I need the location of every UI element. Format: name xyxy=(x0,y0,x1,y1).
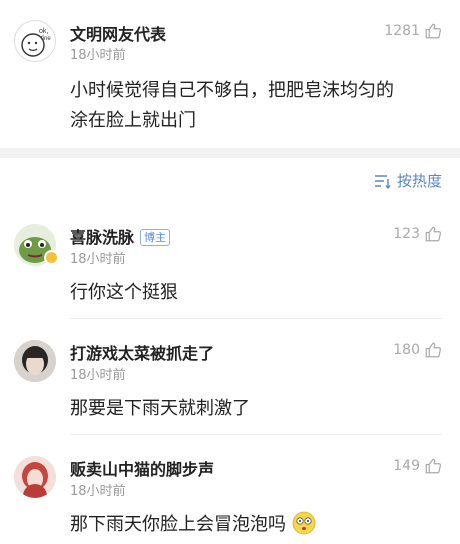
person-avatar-icon xyxy=(14,456,56,498)
reply-comment: 打游戏太菜被抓走了 18小时前 180 那要是下雨天就刺激了 xyxy=(0,328,460,438)
avatar[interactable] xyxy=(14,456,56,498)
divider xyxy=(70,318,442,319)
svg-text:ok,: ok, xyxy=(39,28,48,35)
like-count: 180 xyxy=(393,342,420,358)
doodle-avatar-icon: ok, fine xyxy=(21,28,51,57)
comment-text-line: 小时候觉得自己不够白，把肥皂沫均匀的 xyxy=(70,80,394,101)
divider xyxy=(70,434,442,435)
reply-comment: 喜脉洗脉 博主 18小时前 123 行你这个挺狠 xyxy=(0,212,460,322)
like-button[interactable]: 123 xyxy=(393,225,442,243)
author-name[interactable]: 文明网友代表 xyxy=(70,21,166,45)
thumbs-up-icon xyxy=(425,458,441,474)
thumbs-up-icon xyxy=(425,23,441,39)
like-count: 123 xyxy=(393,226,420,242)
thumbs-up-icon xyxy=(425,226,441,242)
comment-text: 那要是下雨天就刺激了 xyxy=(70,398,250,419)
top-comment: ok, fine 文明网友代表 18小时前 1281 小时候觉得自己不够白，把肥… xyxy=(0,0,460,148)
like-button[interactable]: 180 xyxy=(393,341,442,359)
section-separator xyxy=(0,148,460,158)
sort-button[interactable]: 按热度 xyxy=(373,170,442,191)
avatar[interactable]: ok, fine xyxy=(14,20,56,62)
like-button[interactable]: 149 xyxy=(393,457,442,475)
comment-time: 18小时前 xyxy=(70,252,126,267)
verified-badge-icon xyxy=(44,250,59,265)
comment-text: 小时候觉得自己不够白，把肥皂沫均匀的 涂在脸上就出门 xyxy=(70,76,394,136)
comment-text-line: 涂在脸上就出门 xyxy=(70,110,196,131)
svg-text:fine: fine xyxy=(41,36,51,42)
thumbs-up-icon xyxy=(425,342,441,358)
comment-time: 18小时前 xyxy=(70,484,126,499)
like-count: 1281 xyxy=(384,23,420,39)
author-name-text: 喜脉洗脉 xyxy=(70,228,135,247)
author-name[interactable]: 打游戏太菜被抓走了 xyxy=(70,340,214,364)
comment-text: 行你这个挺狠 xyxy=(70,282,178,303)
dizzy-face-emoji-icon xyxy=(292,511,316,535)
like-count: 149 xyxy=(393,458,420,474)
like-button[interactable]: 1281 xyxy=(384,22,442,40)
author-name[interactable]: 贩卖山中猫的脚步声 xyxy=(70,456,214,480)
comment-text-body: 那下雨天你脸上会冒泡泡吗 xyxy=(70,514,286,535)
sort-label: 按热度 xyxy=(396,172,442,190)
author-badge: 博主 xyxy=(140,229,171,246)
comment-text: 那下雨天你脸上会冒泡泡吗 xyxy=(70,510,316,540)
reply-comment: 贩卖山中猫的脚步声 18小时前 149 那下雨天你脸上会冒泡泡吗 xyxy=(0,444,460,544)
comment-time: 18小时前 xyxy=(70,48,126,63)
comment-time: 18小时前 xyxy=(70,368,126,383)
author-name[interactable]: 喜脉洗脉 博主 xyxy=(70,224,171,248)
avatar[interactable] xyxy=(14,340,56,382)
person-avatar-icon xyxy=(14,340,56,382)
sort-icon xyxy=(374,174,391,189)
